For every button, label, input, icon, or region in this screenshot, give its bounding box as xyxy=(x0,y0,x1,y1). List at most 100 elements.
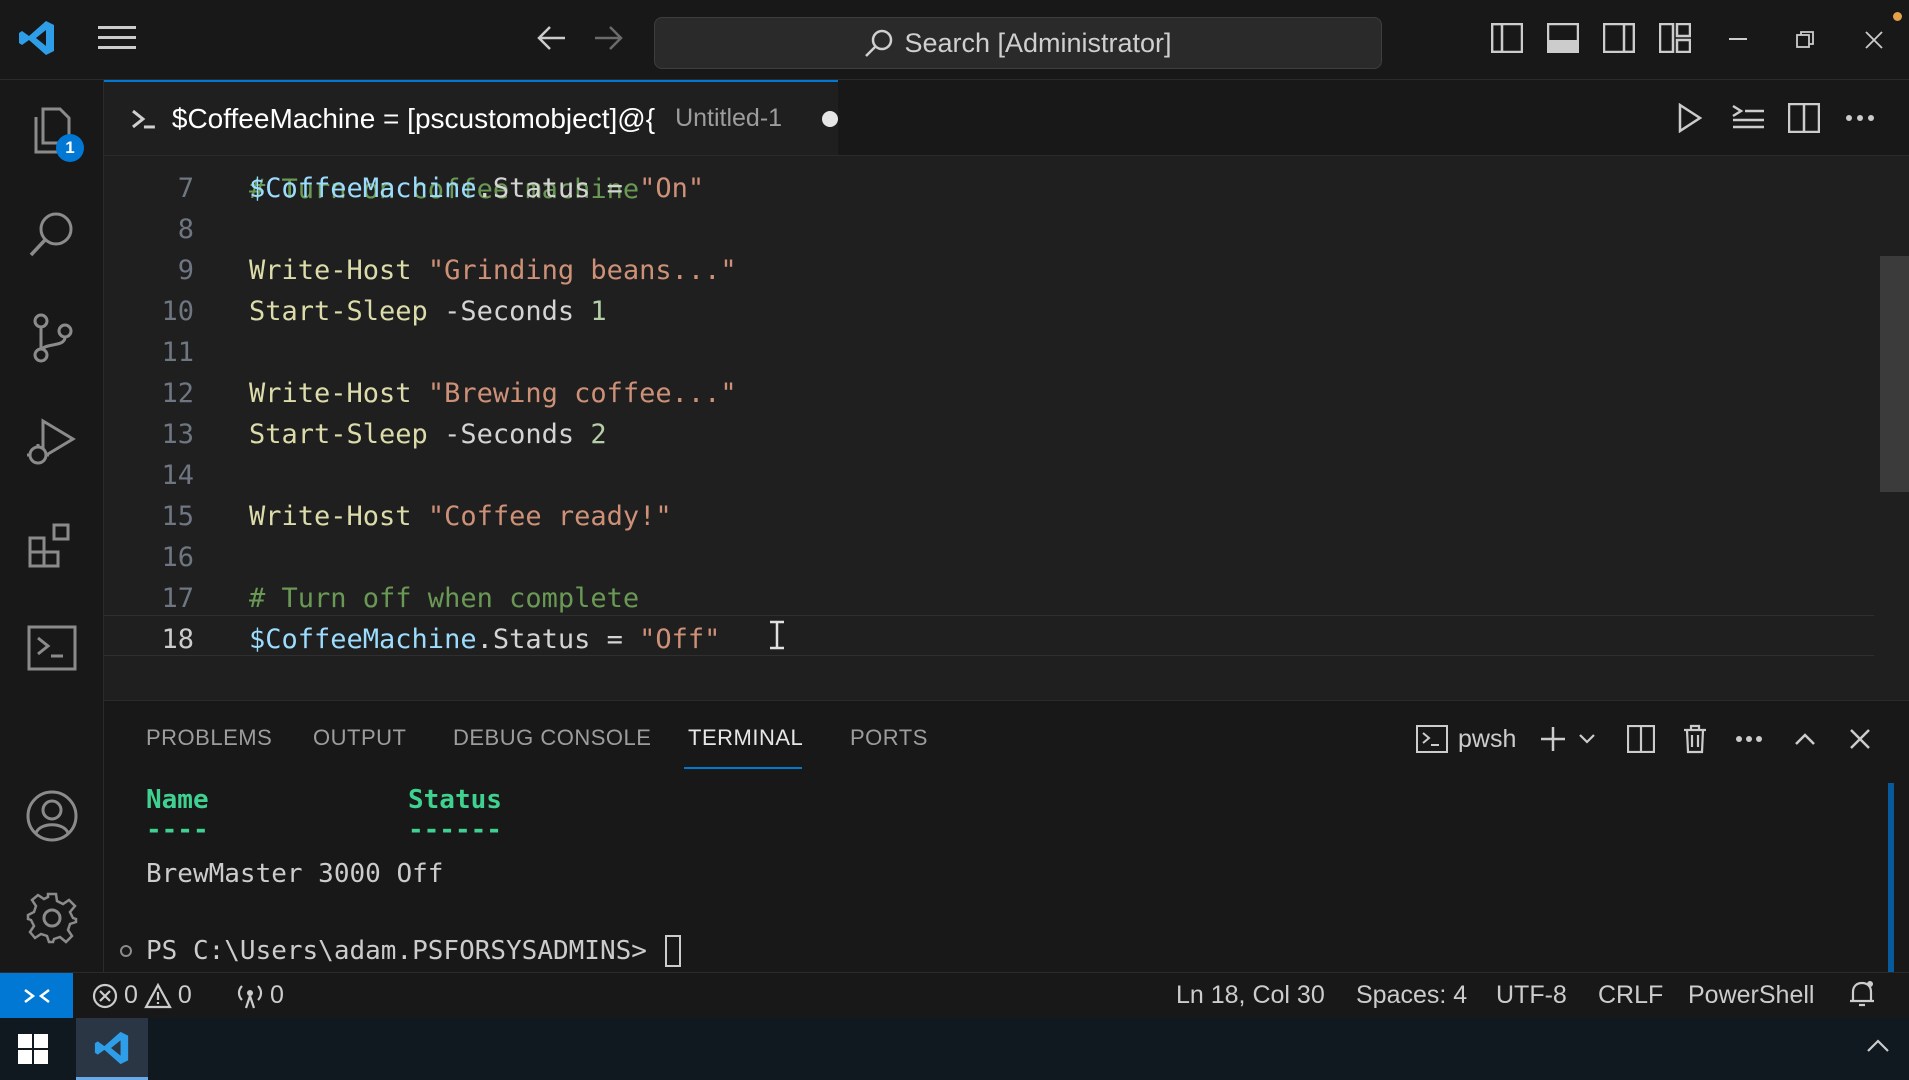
code-text: # Turn off when complete xyxy=(249,578,639,619)
run-selection-icon[interactable] xyxy=(1724,94,1772,142)
line-number: 11 xyxy=(161,337,194,368)
line-number: 10 xyxy=(161,296,194,327)
indentation-status[interactable]: Spaces: 4 xyxy=(1356,981,1467,1010)
source-control-icon[interactable] xyxy=(0,290,103,386)
cursor-position[interactable]: Ln 18, Col 30 xyxy=(1176,981,1325,1010)
code-line: 11 xyxy=(104,332,1874,373)
unsaved-dot-icon[interactable] xyxy=(822,110,838,127)
code-line: 9 Write-Host "Grinding beans..." xyxy=(104,250,1874,291)
active-tab-indicator xyxy=(684,767,802,769)
tab-output[interactable]: OUTPUT xyxy=(313,725,406,751)
terminal-scrollbar[interactable] xyxy=(1888,783,1894,973)
error-count: 0 xyxy=(124,981,138,1009)
editor-scrollbar[interactable] xyxy=(1880,256,1909,492)
eol-status[interactable]: CRLF xyxy=(1598,981,1663,1010)
problems-status[interactable]: 0 0 xyxy=(92,981,192,1010)
back-arrow-icon[interactable] xyxy=(530,16,574,60)
code-text: $CoffeeMachine.Status = "Off" xyxy=(249,619,720,660)
command-center-search[interactable]: Search [Administrator] xyxy=(654,17,1382,69)
tab-terminal[interactable]: TERMINAL xyxy=(688,725,803,751)
minimize-icon[interactable] xyxy=(1710,12,1766,68)
terminal-icon xyxy=(1416,725,1448,753)
new-terminal-plus-icon[interactable] xyxy=(1536,719,1570,759)
vscode-taskbar-icon xyxy=(94,1031,129,1064)
remote-indicator[interactable] xyxy=(0,973,73,1019)
forward-arrow-icon[interactable] xyxy=(586,16,630,60)
language-mode[interactable]: PowerShell xyxy=(1688,981,1814,1010)
editor-tab-bar: $CoffeeMachine = [pscustomobject]@{ Unti… xyxy=(104,80,1909,156)
code-token: Start-Sleep xyxy=(249,296,428,327)
close-window-icon[interactable] xyxy=(1846,12,1902,68)
tab-debug-console[interactable]: DEBUG CONSOLE xyxy=(453,725,651,751)
search-icon xyxy=(865,29,893,57)
code-token: "Off" xyxy=(639,624,721,655)
code-editor[interactable]: # Turn on coffee machine 7 $CoffeeMachine… xyxy=(104,156,1909,699)
editor-tab-active[interactable]: $CoffeeMachine = [pscustomobject]@{ Unti… xyxy=(104,80,838,155)
ports-status[interactable]: 0 xyxy=(236,981,284,1010)
terminal-activity-icon[interactable] xyxy=(0,600,103,696)
line-number: 14 xyxy=(161,460,194,491)
encoding-status[interactable]: UTF-8 xyxy=(1496,981,1567,1010)
code-line: 15 Write-Host "Coffee ready!" xyxy=(104,496,1874,537)
code-token: $CoffeeMachine xyxy=(249,624,477,655)
code-token: -Seconds xyxy=(427,419,591,450)
windows-start-icon[interactable] xyxy=(18,1034,48,1064)
powershell-file-icon xyxy=(132,109,155,128)
maximize-panel-chevron-up-icon[interactable] xyxy=(1788,719,1822,759)
restore-icon[interactable] xyxy=(1777,12,1833,68)
code-text: Write-Host "Brewing coffee..." xyxy=(249,373,737,414)
code-token: "Coffee ready!" xyxy=(427,501,672,532)
split-terminal-icon[interactable] xyxy=(1624,719,1658,759)
notifications-bell-icon[interactable] xyxy=(1848,979,1876,1009)
terminal-shell-selector[interactable]: pwsh xyxy=(1416,719,1516,759)
code-line: 7 $CoffeeMachine.Status = "On" xyxy=(104,168,1874,209)
settings-gear-icon[interactable] xyxy=(0,870,103,966)
terminal-separator-name: ---- xyxy=(146,815,209,845)
accounts-icon[interactable] xyxy=(0,768,103,864)
split-editor-icon[interactable] xyxy=(1780,94,1828,142)
ports-count: 0 xyxy=(270,981,284,1009)
command-decoration-icon[interactable] xyxy=(120,945,132,957)
search-label: Search [Administrator] xyxy=(904,27,1172,58)
system-tray-chevron-up-icon[interactable] xyxy=(1866,1038,1892,1060)
extensions-icon[interactable] xyxy=(0,498,103,594)
code-text: Start-Sleep -Seconds 1 xyxy=(249,291,607,332)
tab-ports[interactable]: PORTS xyxy=(850,725,928,751)
menu-icon[interactable] xyxy=(95,16,139,60)
code-line: 13 Start-Sleep -Seconds 2 xyxy=(104,414,1874,455)
terminal-separator-status: ------ xyxy=(408,815,502,845)
run-file-icon[interactable] xyxy=(1666,94,1714,142)
code-token: Start-Sleep xyxy=(249,419,428,450)
code-token: Write-Host xyxy=(249,501,412,532)
run-debug-icon[interactable] xyxy=(0,394,103,490)
code-token: .Status xyxy=(476,173,591,204)
code-line: 8 xyxy=(104,209,1874,250)
toggle-primary-sidebar-icon[interactable] xyxy=(1485,16,1529,60)
explorer-icon[interactable]: 1 xyxy=(0,82,103,178)
code-token: Write-Host xyxy=(249,255,412,286)
chevron-down-icon[interactable] xyxy=(1576,719,1598,759)
close-panel-icon[interactable] xyxy=(1843,719,1877,759)
toggle-secondary-sidebar-icon[interactable] xyxy=(1597,16,1641,60)
code-line: 18 $CoffeeMachine.Status = "Off" xyxy=(104,619,1874,660)
panel-more-actions-icon[interactable] xyxy=(1732,719,1766,759)
code-text: Write-Host "Coffee ready!" xyxy=(249,496,672,537)
taskbar-vscode-app[interactable] xyxy=(76,1018,148,1080)
code-text: $CoffeeMachine.Status = "On" xyxy=(249,168,704,209)
remote-icon xyxy=(23,989,50,1003)
customize-layout-icon[interactable] xyxy=(1653,16,1697,60)
broadcast-antenna-icon xyxy=(237,984,263,1008)
warning-icon xyxy=(144,982,172,1008)
toggle-panel-icon[interactable] xyxy=(1541,16,1585,60)
error-icon xyxy=(92,983,118,1008)
vscode-logo-icon[interactable] xyxy=(15,16,59,60)
terminal-prompt-line[interactable]: PS C:\Users\adam.PSFORSYSADMINS> xyxy=(146,935,681,967)
code-token: "On" xyxy=(639,173,705,204)
code-token: = xyxy=(590,624,640,655)
kill-terminal-trash-icon[interactable] xyxy=(1678,719,1712,759)
code-token: "Brewing coffee..." xyxy=(427,378,737,409)
tab-problems[interactable]: PROBLEMS xyxy=(146,725,272,751)
search-activity-icon[interactable] xyxy=(0,186,103,282)
more-actions-icon[interactable] xyxy=(1836,94,1884,142)
